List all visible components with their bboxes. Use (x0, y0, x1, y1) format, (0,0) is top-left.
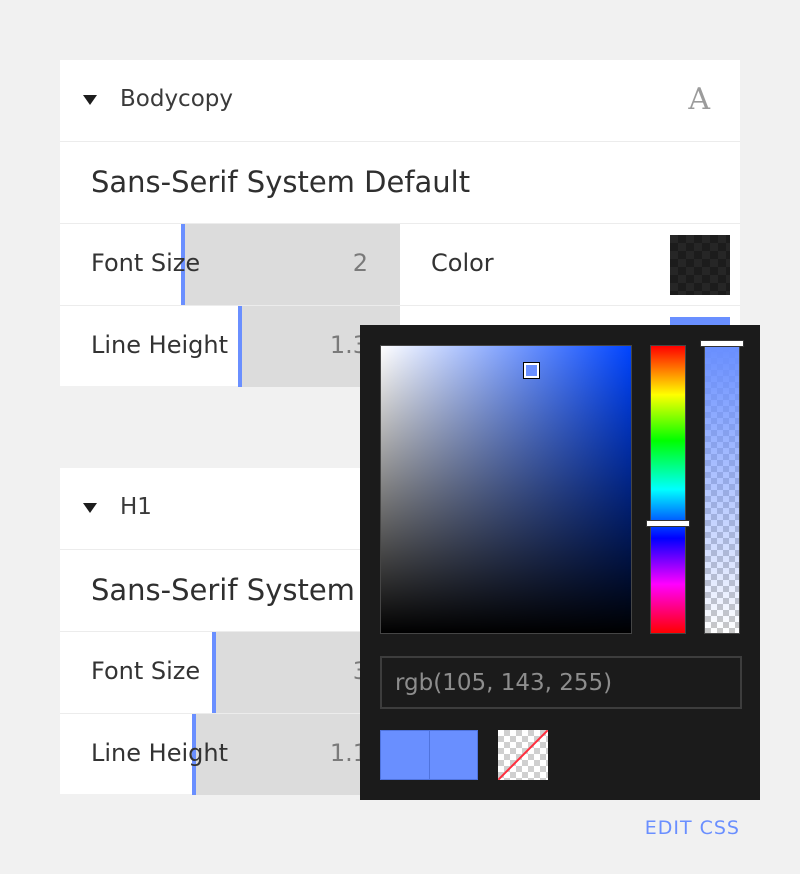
slider-handle[interactable] (212, 632, 216, 713)
font-size-row: Font Size 2 Color (60, 223, 740, 305)
alpha-slider[interactable] (704, 345, 740, 634)
color-value-input[interactable] (380, 656, 742, 709)
hue-slider[interactable] (650, 345, 686, 634)
font-size-label: Font Size (91, 249, 201, 277)
saturation-cursor[interactable] (523, 362, 540, 379)
bodycopy-header[interactable]: Bodycopy A (60, 60, 740, 141)
slider-handle[interactable] (238, 306, 242, 387)
color-swatch-transparent[interactable] (670, 235, 730, 295)
preset-swatch-blue[interactable] (380, 730, 478, 780)
no-color-slash-icon (498, 730, 548, 780)
hue-slider-handle[interactable] (646, 520, 690, 527)
line-height-slider[interactable]: Line Height 1.3 (60, 306, 400, 387)
section-title: Bodycopy (120, 86, 233, 112)
line-height-label: Line Height (91, 739, 228, 767)
color-label: Color (431, 249, 494, 277)
font-size-value: 2 (352, 249, 368, 277)
section-title: H1 (120, 494, 152, 520)
collapse-triangle-icon[interactable] (83, 503, 97, 513)
edit-css-link[interactable]: EDIT CSS (645, 817, 740, 839)
clear-color-button[interactable] (498, 730, 548, 780)
font-family-row[interactable]: Sans-Serif System Default (60, 141, 740, 223)
font-size-slider[interactable]: Font Size 3 (60, 632, 400, 713)
font-family-name: Sans-Serif System Default (91, 165, 471, 199)
font-icon[interactable]: A (688, 82, 710, 117)
color-picker-popover (360, 325, 760, 800)
font-size-label: Font Size (91, 657, 201, 685)
saturation-value-area[interactable] (380, 345, 632, 634)
font-size-slider[interactable]: Font Size 2 (60, 224, 400, 305)
color-cell: Color (400, 224, 740, 305)
alpha-slider-handle[interactable] (700, 340, 744, 347)
value-gradient (381, 346, 631, 633)
collapse-triangle-icon[interactable] (83, 95, 97, 105)
line-height-slider[interactable]: Line Height 1.1 (60, 714, 400, 795)
line-height-label: Line Height (91, 331, 228, 359)
